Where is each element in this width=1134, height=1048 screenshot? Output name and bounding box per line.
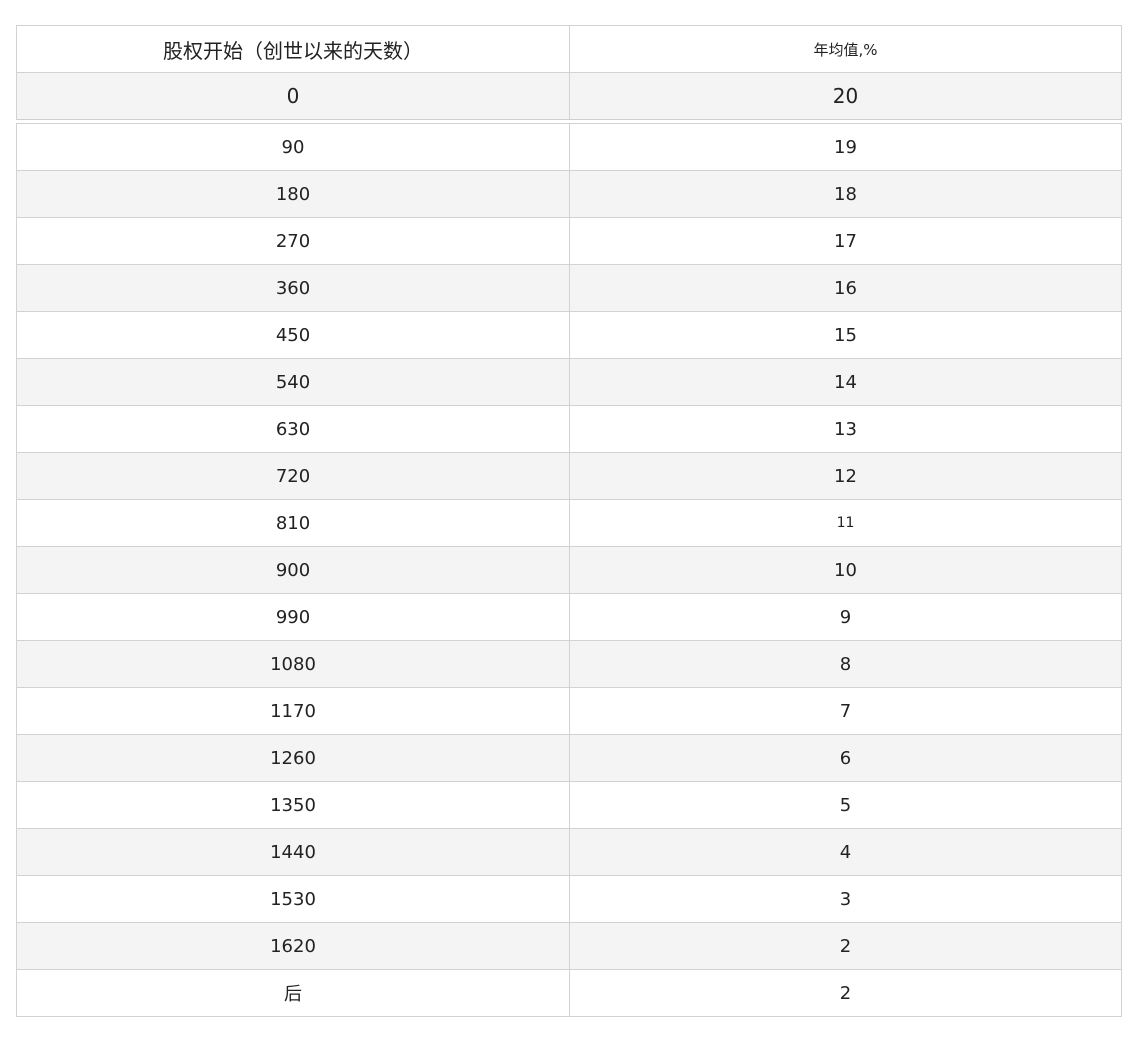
stake-start-day-cell: 1350 [16,782,569,828]
stake-start-day-cell: 270 [16,218,569,264]
table-header-row: 股权开始（创世以来的天数） 年均值,% [16,25,1122,73]
stake-start-day-cell: 1170 [16,688,569,734]
annual-rate-cell: 18 [569,171,1122,217]
table-row: 540 14 [16,359,1122,406]
table-row: 270 17 [16,218,1122,265]
stake-start-day-cell: 90 [16,124,569,170]
annual-rate-cell: 19 [569,124,1122,170]
table-row: 630 13 [16,406,1122,453]
annual-rate-cell: 8 [569,641,1122,687]
stake-start-day-cell: 1620 [16,923,569,969]
stake-start-day-cell: 720 [16,453,569,499]
annual-rate-cell: 5 [569,782,1122,828]
table-row: 1620 2 [16,923,1122,970]
annual-rate-cell: 7 [569,688,1122,734]
table-row: 810 11 [16,500,1122,547]
table-body: 90 19 180 18 270 17 360 16 450 15 540 14 630 13 720 12 8… [16,124,1122,1017]
stake-start-day-cell: 360 [16,265,569,311]
annual-rate-cell: 10 [569,547,1122,593]
annual-rate-cell: 11 [569,500,1122,546]
stake-start-day-cell: 1530 [16,876,569,922]
table-row: 1260 6 [16,735,1122,782]
table-row: 1170 7 [16,688,1122,735]
annual-rate-cell: 2 [569,923,1122,969]
table-row: 360 16 [16,265,1122,312]
annual-rate-cell: 13 [569,406,1122,452]
annual-rate-cell: 3 [569,876,1122,922]
table-row: 990 9 [16,594,1122,641]
table-row: 0 20 [16,73,1122,120]
stake-start-day-cell: 450 [16,312,569,358]
staking-rate-table: 股权开始（创世以来的天数） 年均值,% 0 20 90 19 180 18 270 17 3… [16,25,1122,1017]
stake-start-day-cell: 后 [16,970,569,1016]
stake-start-day-cell: 1440 [16,829,569,875]
stake-start-day-cell: 810 [16,500,569,546]
annual-rate-cell: 9 [569,594,1122,640]
annual-rate-cell: 16 [569,265,1122,311]
stake-start-day-cell: 1080 [16,641,569,687]
table-row: 后2 [16,970,1122,1017]
stake-start-day-cell: 990 [16,594,569,640]
annual-rate-cell: 2 [569,970,1122,1016]
table-row: 180 18 [16,171,1122,218]
annual-rate-cell: 14 [569,359,1122,405]
table-row: 90 19 [16,124,1122,171]
header-annual-average-percent: 年均值,% [569,26,1122,72]
stake-start-day-cell: 0 [16,73,569,119]
table-row: 1440 4 [16,829,1122,876]
annual-rate-cell: 20 [569,73,1122,119]
annual-rate-cell: 4 [569,829,1122,875]
table-row: 1080 8 [16,641,1122,688]
table-row: 720 12 [16,453,1122,500]
stake-start-day-cell: 1260 [16,735,569,781]
header-stake-start-days: 股权开始（创世以来的天数） [16,26,569,72]
table-row: 1530 3 [16,876,1122,923]
annual-rate-cell: 12 [569,453,1122,499]
annual-rate-cell: 15 [569,312,1122,358]
stake-start-day-cell: 630 [16,406,569,452]
table-row: 1350 5 [16,782,1122,829]
table-row: 900 10 [16,547,1122,594]
annual-rate-cell: 17 [569,218,1122,264]
annual-rate-cell: 6 [569,735,1122,781]
stake-start-day-cell: 900 [16,547,569,593]
table-row: 450 15 [16,312,1122,359]
stake-start-day-cell: 540 [16,359,569,405]
stake-start-day-cell: 180 [16,171,569,217]
